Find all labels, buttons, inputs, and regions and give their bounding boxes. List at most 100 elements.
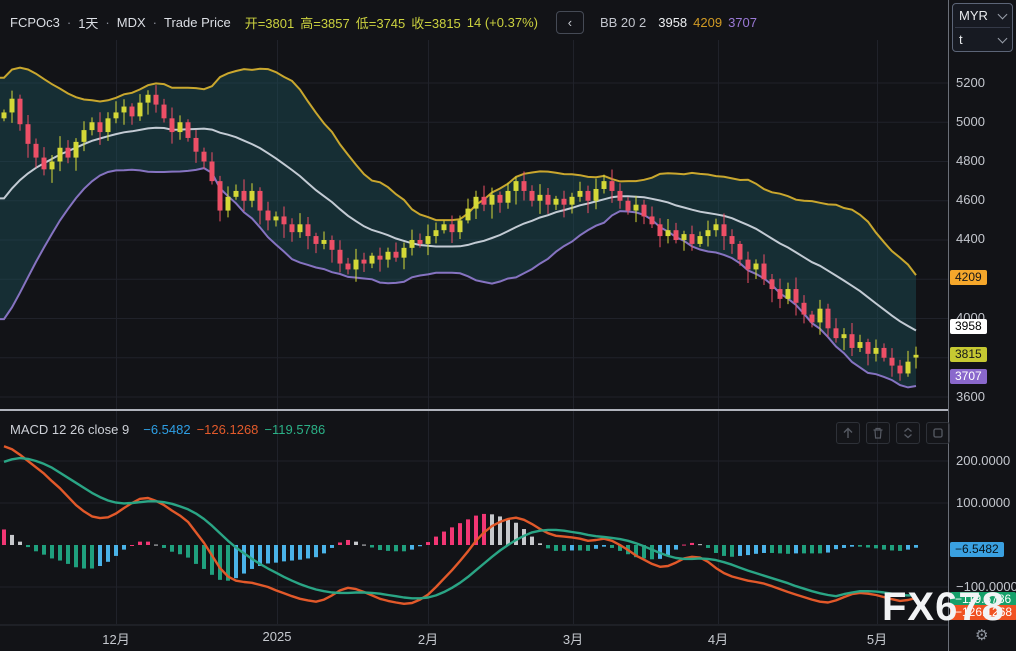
candle bbox=[178, 122, 183, 132]
macd-histogram-bar bbox=[282, 545, 286, 561]
separator-dot: · bbox=[105, 15, 109, 30]
move-pane-up-icon bbox=[841, 426, 855, 440]
macd-histogram-bar bbox=[18, 542, 22, 545]
maximize-pane-button[interactable] bbox=[926, 422, 950, 444]
macd-histogram-bar bbox=[106, 545, 110, 562]
macd-histogram-bar bbox=[722, 545, 726, 556]
macd-histogram-bar bbox=[818, 545, 822, 553]
pane-button-group bbox=[836, 422, 950, 444]
macd-histogram-bar bbox=[690, 543, 694, 545]
candle bbox=[810, 315, 815, 323]
candle bbox=[450, 224, 455, 232]
candle bbox=[578, 191, 583, 197]
candle bbox=[482, 197, 487, 205]
price-axis[interactable]: MYR t 5200500048004600440040003600200.00… bbox=[948, 0, 1016, 651]
candle bbox=[842, 334, 847, 338]
macd-pane[interactable] bbox=[0, 446, 948, 604]
macd-histogram-bar bbox=[866, 545, 870, 548]
macd-indicator-title[interactable]: MACD 12 26 close 9 bbox=[10, 422, 129, 437]
move-pane-up-button[interactable] bbox=[836, 422, 860, 444]
bb-basis-value: 3958 bbox=[658, 15, 687, 30]
candle bbox=[490, 195, 495, 205]
candle bbox=[666, 230, 671, 236]
candle bbox=[34, 144, 39, 158]
candle bbox=[114, 112, 119, 118]
candle bbox=[242, 191, 247, 201]
candle bbox=[642, 205, 647, 217]
close-value: 收=3815 bbox=[411, 13, 461, 32]
candle bbox=[650, 216, 655, 224]
candle bbox=[802, 303, 807, 315]
candle bbox=[330, 240, 335, 250]
macd-histogram-bar bbox=[146, 542, 150, 545]
currency-unit-selector: MYR t bbox=[952, 3, 1013, 52]
macd-histogram-bar bbox=[130, 545, 134, 546]
candle bbox=[762, 264, 767, 280]
time-axis-label: 4月 bbox=[708, 629, 728, 648]
macd-histogram-bar bbox=[66, 545, 70, 564]
chart-window: FCPOc3 · 1天 · MDX · Trade Price 开=3801 高… bbox=[0, 0, 1016, 651]
price-tick: 4800 bbox=[956, 153, 985, 168]
unit-value: t bbox=[959, 32, 963, 47]
high-value: 高=3857 bbox=[300, 13, 350, 32]
candle bbox=[858, 342, 863, 348]
macd-histogram-bar bbox=[418, 545, 422, 546]
interval-label[interactable]: 1天 bbox=[78, 13, 98, 32]
candle bbox=[234, 191, 239, 197]
candle bbox=[458, 220, 463, 232]
candle bbox=[586, 191, 591, 201]
unit-dropdown[interactable]: t bbox=[953, 28, 1012, 51]
macd-histogram-bar bbox=[754, 545, 758, 554]
macd-histogram-value: −6.5482 bbox=[143, 422, 190, 437]
legend-collapse-button[interactable]: ‹ bbox=[556, 11, 584, 34]
price-label-badge: 3815 bbox=[950, 347, 987, 362]
macd-histogram-bar bbox=[458, 523, 462, 545]
macd-histogram-bar bbox=[114, 545, 118, 556]
candle bbox=[130, 107, 135, 117]
macd-histogram-bar bbox=[786, 545, 790, 554]
candle bbox=[690, 234, 695, 244]
macd-histogram-bar bbox=[266, 545, 270, 563]
collapse-pane-button[interactable] bbox=[896, 422, 920, 444]
currency-dropdown[interactable]: MYR bbox=[953, 4, 1012, 27]
macd-histogram-bar bbox=[82, 545, 86, 569]
symbol-name[interactable]: FCPOc3 bbox=[10, 15, 60, 30]
macd-histogram-bar bbox=[554, 545, 558, 551]
macd-histogram-bar bbox=[330, 545, 334, 548]
price-pane[interactable] bbox=[0, 68, 948, 397]
candle bbox=[186, 122, 191, 138]
macd-histogram-bar bbox=[530, 537, 534, 545]
macd-histogram-bar bbox=[26, 545, 30, 547]
delete-pane-button[interactable] bbox=[866, 422, 890, 444]
time-axis-label: 3月 bbox=[563, 629, 583, 648]
candle bbox=[258, 191, 263, 211]
price-tick: 4400 bbox=[956, 231, 985, 246]
macd-histogram-bar bbox=[562, 545, 566, 551]
macd-histogram-bar bbox=[834, 545, 838, 549]
candle bbox=[402, 248, 407, 258]
macd-histogram-bar bbox=[802, 545, 806, 553]
macd-histogram-bar bbox=[162, 545, 166, 548]
macd-histogram-bar bbox=[730, 545, 734, 557]
bb-indicator-title[interactable]: BB 20 2 bbox=[600, 15, 646, 30]
candle bbox=[898, 366, 903, 374]
candle bbox=[394, 252, 399, 258]
candle bbox=[2, 112, 7, 118]
candle bbox=[322, 240, 327, 244]
chart-canvas[interactable] bbox=[0, 0, 948, 651]
candle bbox=[250, 191, 255, 201]
macd-histogram-bar bbox=[650, 545, 654, 559]
candle bbox=[210, 162, 215, 182]
candle bbox=[498, 195, 503, 203]
macd-histogram-bar bbox=[362, 545, 366, 546]
collapse-pane-icon bbox=[901, 426, 915, 440]
macd-histogram-bar bbox=[762, 545, 766, 553]
macd-histogram-bar bbox=[850, 545, 854, 547]
candle bbox=[890, 358, 895, 366]
macd-histogram-bar bbox=[898, 545, 902, 551]
macd-histogram-bar bbox=[50, 545, 54, 558]
watermark: FX678 bbox=[882, 587, 1005, 627]
candle bbox=[42, 158, 47, 170]
candle bbox=[226, 197, 231, 211]
macd-label-badge: −6.5482 bbox=[950, 542, 1004, 557]
